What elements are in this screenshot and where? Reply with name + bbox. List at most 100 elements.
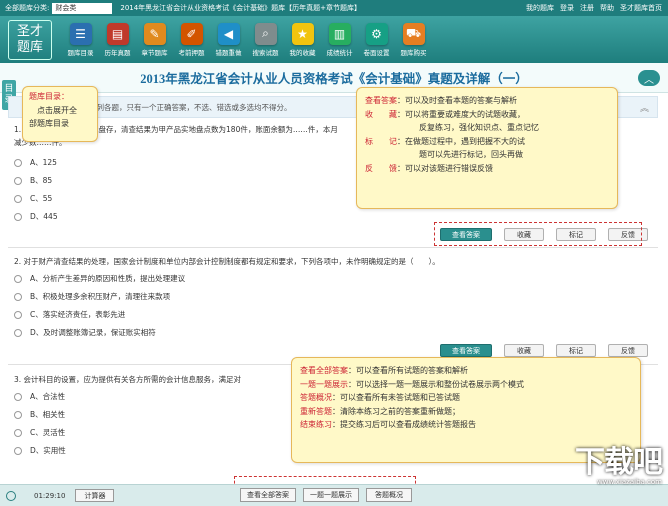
- my-bank-link[interactable]: 我的题库: [526, 3, 554, 13]
- radio-icon[interactable]: [14, 176, 22, 185]
- star-icon: ★: [291, 22, 314, 45]
- bottom-callout-text: ：可以查看所有未答试题和已答试题: [332, 393, 460, 402]
- toolbar-label: 章节题库: [141, 48, 168, 57]
- catalog-callout: 题库目录： 点击展开全 部题库目录: [22, 86, 98, 142]
- answer-callout-key: 收 藏: [365, 109, 397, 119]
- radio-icon[interactable]: [14, 446, 22, 455]
- question-3-option-c[interactable]: C、灵活性: [14, 427, 65, 438]
- answer-callout-text: ：可以对该题进行错误反馈: [397, 163, 493, 173]
- elapsed-time: 01:29:10: [34, 491, 66, 500]
- toolbar-book-list-button[interactable]: ☰ 题库目录: [62, 22, 99, 57]
- watermark-logo: 下载吧 www.xiazaiba.com: [558, 446, 663, 494]
- calculator-button[interactable]: 计算器: [75, 489, 115, 502]
- toolbar-star-button[interactable]: ★ 我的收藏: [284, 22, 321, 57]
- catalog-callout-line: 部题库目录: [29, 119, 69, 128]
- magnifier-icon: ⌕: [254, 22, 277, 45]
- collapse-toolbar-button[interactable]: ︿: [638, 70, 660, 86]
- toolbar-pencil-button[interactable]: ✐ 考前押题: [173, 22, 210, 57]
- answer-callout-key: 反 馈: [365, 163, 397, 173]
- mark-button[interactable]: 标记: [556, 344, 596, 357]
- radio-icon[interactable]: [14, 274, 22, 283]
- toolbar-chart-button[interactable]: ▥ 成绩统计: [321, 22, 358, 57]
- back-arrow-icon: ◀: [217, 22, 240, 45]
- toolbar-label: 成绩统计: [326, 48, 353, 57]
- bottom-callout-line: 重新答题：清除本练习之前的答案重新做题；: [300, 405, 632, 419]
- answer-overview-button[interactable]: 答题概况: [366, 488, 412, 502]
- catalog-callout-line: 点击展开全: [37, 105, 77, 115]
- collapse-section-icon[interactable]: ︽: [640, 101, 649, 114]
- feedback-button[interactable]: 反馈: [608, 344, 648, 357]
- book-list-icon: ☰: [69, 22, 92, 45]
- toolbar-label: 题库目录: [67, 48, 94, 57]
- question-1-option-a[interactable]: A、125: [14, 157, 57, 168]
- toolbar-papers-button[interactable]: ▤ 历年真题: [99, 22, 136, 57]
- question-1-option-d[interactable]: D、445: [14, 211, 58, 222]
- view-answer-button[interactable]: 查看答案: [440, 344, 492, 357]
- radio-icon[interactable]: [14, 310, 22, 319]
- answer-callout-line: 题可以先进行标记，回头再做: [365, 148, 609, 162]
- question-2-option-d[interactable]: D、及时调整账簿记录，保证账实相符: [14, 327, 156, 338]
- answer-callout-line: 收 藏：可以将重要或难度大的试题收藏，: [365, 108, 609, 122]
- home-link[interactable]: 圣才题库首页: [620, 3, 662, 13]
- question-3-option-a[interactable]: A、合法性: [14, 391, 65, 402]
- question-1-option-b[interactable]: B、85: [14, 175, 52, 186]
- category-label: 全部题库分类:: [5, 4, 50, 12]
- papers-icon: ▤: [106, 22, 129, 45]
- toolbar-label: 搜索试题: [252, 48, 279, 57]
- divider: [8, 247, 658, 248]
- category-select[interactable]: 财会类: [52, 2, 113, 14]
- pencil-icon: ✐: [180, 22, 203, 45]
- radio-icon[interactable]: [14, 158, 22, 167]
- bottom-callout-line: 结束练习：提交练习后可以查看成绩统计答题报告: [300, 418, 632, 432]
- bottom-callout-key: 一题一题展示: [300, 379, 348, 389]
- toolbar-label: 我的收藏: [289, 48, 316, 57]
- catalog-callout-title: 题库目录：: [29, 92, 69, 101]
- radio-icon[interactable]: [14, 392, 22, 401]
- toolbar-label: 考前押题: [178, 48, 205, 57]
- toolbar-settings-button[interactable]: ⚙ 卷面设置: [358, 22, 395, 57]
- answer-callout-line: 反 馈：可以对该题进行错误反馈: [365, 162, 609, 176]
- logo: 圣才题库: [8, 19, 52, 60]
- answer-callout-text: ：可以将重要或难度大的试题收藏，: [397, 109, 525, 119]
- radio-icon[interactable]: [14, 194, 22, 203]
- answer-callout-line: 反复练习，强化知识点、重点记忆: [365, 121, 609, 135]
- view-all-answers-button[interactable]: 查看全部答案: [240, 488, 296, 502]
- question-3-option-d[interactable]: D、实用性: [14, 445, 66, 456]
- bottom-callout-text: ：可以选择一题一题展示和整份试卷展示两个模式: [348, 379, 524, 389]
- answer-callout-text: ：可以及时查看本题的答案与解析: [397, 96, 517, 105]
- question-1-option-c[interactable]: C、55: [14, 193, 52, 204]
- watermark-url: www.xiazaiba.com: [597, 478, 662, 486]
- answer-callout-line: 标 记：在做题过程中，遇到把握不大的试: [365, 135, 609, 149]
- toolbar-label: 历年真题: [104, 48, 131, 57]
- question-3-option-b[interactable]: B、相关性: [14, 409, 65, 420]
- toolbar-label: 卷面设置: [363, 48, 390, 57]
- one-by-one-button[interactable]: 一题一题展示: [303, 488, 359, 502]
- notebook-icon: ✎: [143, 22, 166, 45]
- login-link[interactable]: 登录: [560, 3, 574, 13]
- answer-callout-key: 查看答案: [365, 96, 397, 105]
- chevron-up-icon: ︿: [644, 74, 654, 86]
- toolbar-notebook-button[interactable]: ✎ 章节题库: [136, 22, 173, 57]
- bottom-callout-text: ：提交练习后可以查看成绩统计答题报告: [332, 420, 476, 429]
- radio-icon[interactable]: [14, 292, 22, 301]
- question-2-stem: 2. 对于财产清查结果的处理，国家会计制度和单位内部会计控制制度都有规定和要求，…: [14, 257, 440, 266]
- radio-icon[interactable]: [14, 410, 22, 419]
- question-2-option-a[interactable]: A、分析产生差异的原因和性质，提出处理建议: [14, 273, 185, 284]
- radio-icon[interactable]: [14, 328, 22, 337]
- question-2-option-b[interactable]: B、积极处理多余积压财产，清理往来款项: [14, 291, 170, 302]
- toolbar-back-arrow-button[interactable]: ◀ 错题重做: [210, 22, 247, 57]
- answer-tools-callout: 查看答案：可以及时查看本题的答案与解析收 藏：可以将重要或难度大的试题收藏， 反复…: [356, 87, 618, 209]
- favorite-button[interactable]: 收藏: [504, 344, 544, 357]
- radio-icon[interactable]: [14, 212, 22, 221]
- register-link[interactable]: 注册: [580, 3, 594, 13]
- toolbar-magnifier-button[interactable]: ⌕ 搜索试题: [247, 22, 284, 57]
- bottom-callout-key: 答题概况: [300, 393, 332, 402]
- answer-callout-text: ：在做题过程中，遇到把握不大的试: [397, 136, 525, 146]
- question-2-option-c[interactable]: C、落实经济责任，表彰先进: [14, 309, 125, 320]
- bottom-callout-text: ：清除本练习之前的答案重新做题；: [332, 406, 460, 416]
- radio-icon[interactable]: [14, 428, 22, 437]
- answer-callout-text: 题可以先进行标记，回头再做: [419, 150, 523, 159]
- help-link[interactable]: 帮助: [600, 3, 614, 13]
- toolbar-cart-button[interactable]: ⛟ 题库购买: [395, 22, 432, 57]
- bottom-callout-key: 查看全部答案: [300, 366, 348, 375]
